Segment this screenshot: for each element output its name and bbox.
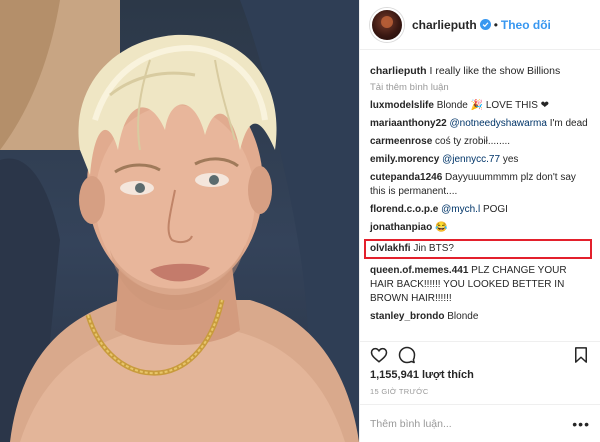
comment-list[interactable]: charlieputh I really like the show Billi…: [360, 50, 600, 341]
comment-item: florend.c.o.p.e @mych.l POGI: [370, 203, 590, 217]
caption: charlieputh I really like the show Billi…: [370, 64, 590, 78]
caption-text: I really like the show Billions: [429, 65, 561, 77]
comment-mention[interactable]: @notneedyshawarma: [449, 118, 546, 129]
comment-text: Blonde: [447, 311, 479, 322]
comment-username[interactable]: luxmodelslife: [370, 100, 434, 111]
comment-username[interactable]: jonathanpiao: [370, 222, 432, 233]
separator-dot: •: [493, 17, 498, 32]
follow-button[interactable]: Theo dõi: [501, 18, 551, 32]
more-options-icon[interactable]: •••: [572, 416, 590, 432]
comment-item: emily.morency @jennycc.77 yes: [370, 153, 590, 167]
comment-item: cutepanda1246 Dayyuuummmm plz don't say …: [370, 171, 590, 199]
post-header: charlieputh • Theo dõi: [360, 0, 600, 50]
bookmark-icon[interactable]: [572, 346, 590, 364]
comment-item: jonathanpiao 😂: [370, 221, 590, 235]
comment-bubble-icon[interactable]: [398, 346, 416, 364]
comment-username[interactable]: olvlakhfi: [370, 243, 411, 254]
comment-text: Blonde 🎉 LOVE THIS ❤: [436, 100, 550, 111]
comment-item: carmeenrose coś ty zrobił........: [370, 135, 590, 149]
post-sidebar: charlieputh • Theo dõi charlieputh I rea…: [359, 0, 600, 442]
caption-username[interactable]: charlieputh: [370, 65, 427, 77]
comment-mention[interactable]: @mych.l: [441, 204, 480, 215]
like-count[interactable]: 1,155,941 lượt thích: [360, 367, 600, 381]
comment-text: Jin BTS?: [413, 243, 454, 254]
comment-username[interactable]: emily.morency: [370, 154, 439, 165]
comment-username[interactable]: mariaanthony22: [370, 118, 447, 129]
comment-username[interactable]: queen.of.memes.441: [370, 265, 468, 276]
comment-mention[interactable]: @jennycc.77: [442, 154, 500, 165]
avatar[interactable]: [370, 7, 404, 42]
add-comment-bar: •••: [360, 404, 600, 442]
comment-username[interactable]: cutepanda1246: [370, 172, 442, 183]
load-more-comments-link[interactable]: Tải thêm bình luận: [370, 82, 590, 93]
comment-username[interactable]: florend.c.o.p.e: [370, 204, 438, 215]
action-bar: [360, 341, 600, 367]
comment-username[interactable]: carmeenrose: [370, 136, 432, 147]
comment-text: I'm dead: [549, 118, 588, 129]
selfie-image: [0, 0, 359, 442]
post-timestamp[interactable]: 15 GIỜ TRƯỚC: [360, 381, 600, 396]
comment-item: queen.of.memes.441 PLZ CHANGE YOUR HAIR …: [370, 264, 590, 306]
instagram-post: charlieputh • Theo dõi charlieputh I rea…: [0, 0, 600, 442]
comment-item: mariaanthony22 @notneedyshawarma I'm dea…: [370, 117, 590, 131]
header-username[interactable]: charlieputh: [412, 18, 477, 32]
comment-text: POGI: [482, 204, 508, 215]
comment-username[interactable]: stanley_brondo: [370, 311, 444, 322]
post-photo[interactable]: [0, 0, 359, 442]
heart-icon[interactable]: [370, 346, 388, 364]
comment-text: 😂: [435, 222, 448, 233]
verified-badge-icon: [479, 19, 491, 30]
highlighted-comment-item: olvlakhfi Jin BTS?: [364, 239, 592, 259]
comment-item: stanley_brondo Blonde: [370, 310, 590, 324]
add-comment-input[interactable]: [370, 417, 570, 430]
comment-item: luxmodelslife Blonde 🎉 LOVE THIS ❤: [370, 99, 590, 113]
comment-text: coś ty zrobił........: [435, 136, 511, 147]
comment-text: yes: [502, 154, 519, 165]
